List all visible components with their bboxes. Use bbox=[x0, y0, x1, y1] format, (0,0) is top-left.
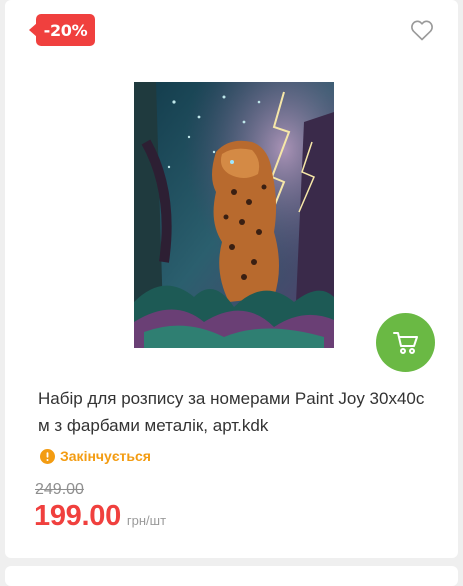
price-unit: грн/шт bbox=[126, 513, 167, 528]
exclamation-circle-icon bbox=[40, 448, 55, 464]
wishlist-button[interactable] bbox=[410, 19, 434, 41]
current-price: 199.00 bbox=[34, 500, 121, 532]
product-title[interactable]: Набір для розпису за номерами Paint Joy … bbox=[38, 385, 433, 439]
old-price: 249.00 bbox=[35, 481, 84, 498]
heart-icon bbox=[411, 20, 433, 41]
product-card: -20% Набір для розпису за номерами Paint… bbox=[5, 0, 458, 558]
product-image[interactable] bbox=[134, 82, 334, 348]
discount-badge: -20% bbox=[29, 14, 95, 46]
leopard-painting bbox=[134, 82, 334, 348]
add-to-cart-button[interactable] bbox=[376, 313, 435, 372]
stock-status: Закінчується bbox=[40, 446, 151, 466]
next-product-card bbox=[5, 566, 458, 586]
price-row: 199.00 грн/шт bbox=[34, 500, 166, 533]
cart-icon bbox=[392, 331, 418, 354]
stock-status-label: Закінчується bbox=[60, 448, 151, 464]
